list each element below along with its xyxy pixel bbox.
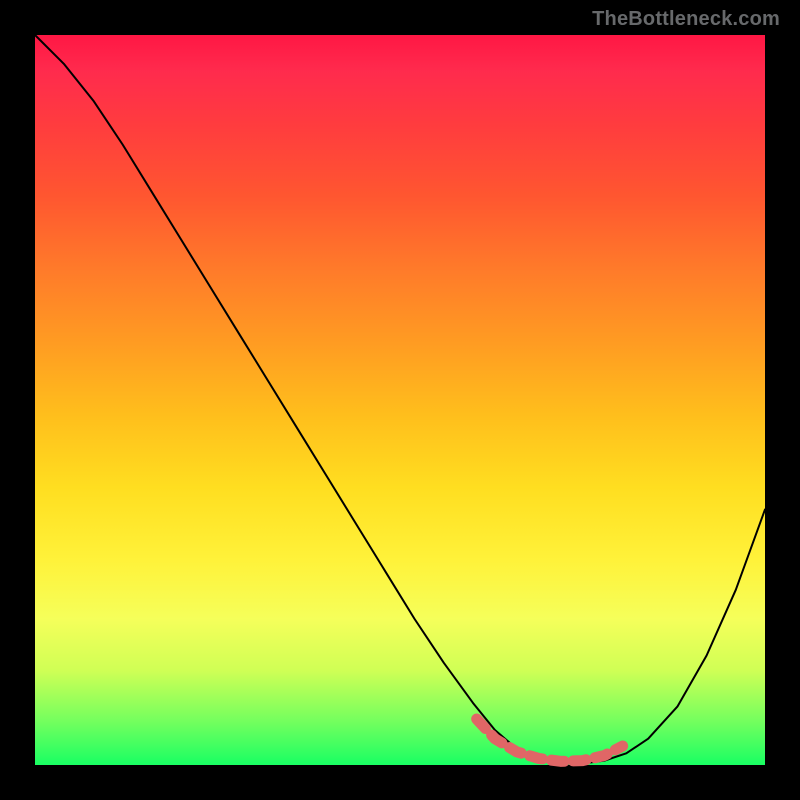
series-curve-black (35, 35, 765, 764)
chart-svg (35, 35, 765, 765)
watermark-label: TheBottleneck.com (592, 8, 780, 31)
series-beads-red (477, 719, 623, 761)
chart-stage: TheBottleneck.com (0, 0, 800, 800)
